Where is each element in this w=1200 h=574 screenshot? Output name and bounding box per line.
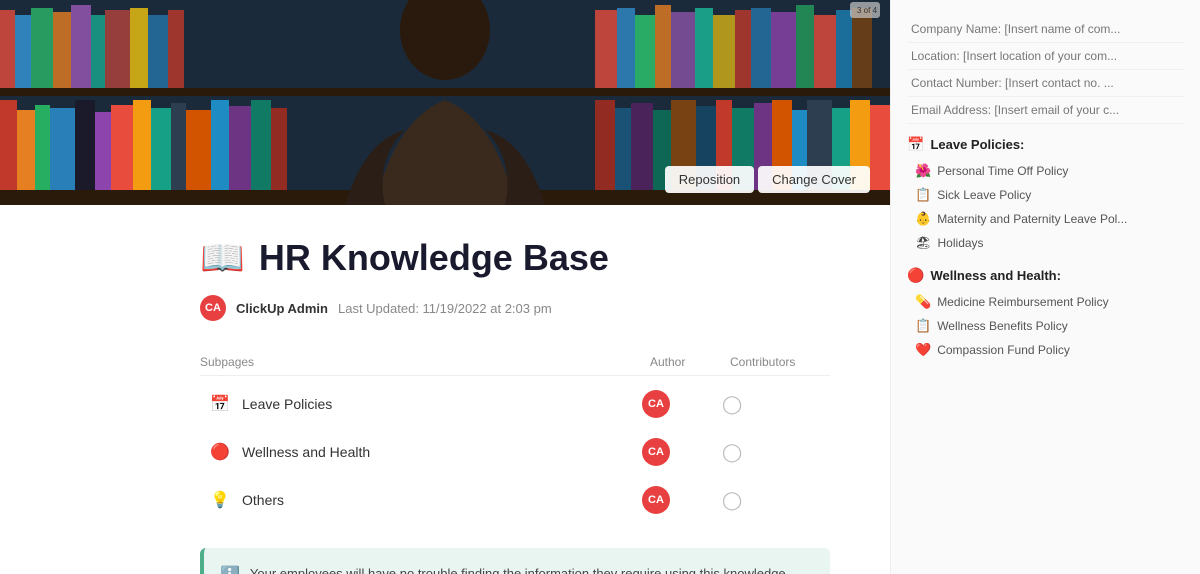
cover-image: 3 of 4 Reposition Change Cover xyxy=(0,0,890,205)
row-name-leave: 📅 Leave Policies xyxy=(208,392,642,416)
row-contributors-others: ◯ xyxy=(722,490,822,511)
author-avatar-others: CA xyxy=(642,486,670,514)
contact-field: Contact Number: [Insert contact no. ... xyxy=(907,70,1184,97)
wellness-section-label: Wellness and Health: xyxy=(930,268,1061,283)
row-label-leave: Leave Policies xyxy=(242,396,332,412)
row-contributors-leave: ◯ xyxy=(722,394,822,415)
row-name-others: 💡 Others xyxy=(208,488,642,512)
wellness-section-header: 🔴 Wellness and Health: xyxy=(907,267,1184,284)
holidays-label: Holidays xyxy=(938,236,984,250)
company-name-field: Company Name: [Insert name of com... xyxy=(907,16,1184,43)
leave-section-label: Leave Policies: xyxy=(930,137,1024,152)
holidays-icon: 🏖 xyxy=(915,235,932,251)
sidebar-item-maternity[interactable]: 👶 Maternity and Paternity Leave Pol... xyxy=(907,207,1184,231)
page-body: 📖 HR Knowledge Base CA ClickUp Admin Las… xyxy=(0,205,890,574)
sidebar-item-sick[interactable]: 📋 Sick Leave Policy xyxy=(907,183,1184,207)
page-emoji: 📖 xyxy=(200,237,245,279)
table-row[interactable]: 📅 Leave Policies CA ◯ xyxy=(200,380,830,428)
row-author-others: CA xyxy=(642,486,722,514)
row-contributors-wellness: ◯ xyxy=(722,442,822,463)
leave-section-header: 📅 Leave Policies: xyxy=(907,136,1184,153)
maternity-icon: 👶 xyxy=(915,211,931,227)
table-row[interactable]: 💡 Others CA ◯ xyxy=(200,476,830,524)
table-header: Subpages Author Contributors xyxy=(200,349,830,376)
maternity-label: Maternity and Paternity Leave Pol... xyxy=(937,212,1127,226)
row-label-others: Others xyxy=(242,492,284,508)
contributor-icon-wellness: ◯ xyxy=(722,442,742,463)
col-contributors: Contributors xyxy=(730,355,830,369)
sidebar-item-pto[interactable]: 🌺 Personal Time Off Policy xyxy=(907,159,1184,183)
author-avatar-wellness: CA xyxy=(642,438,670,466)
row-icon-others: 💡 xyxy=(208,488,232,512)
col-author: Author xyxy=(650,355,730,369)
main-content: 3 of 4 Reposition Change Cover 📖 HR Know… xyxy=(0,0,890,574)
author-avatar-leave: CA xyxy=(642,390,670,418)
info-box: ℹ️ Your employees will have no trouble f… xyxy=(200,548,830,574)
svg-text:3 of 4: 3 of 4 xyxy=(857,6,878,15)
reposition-button[interactable]: Reposition xyxy=(665,166,754,193)
row-icon-wellness: 🔴 xyxy=(208,440,232,464)
contributor-icon-leave: ◯ xyxy=(722,394,742,415)
sick-icon: 📋 xyxy=(915,187,931,203)
sidebar-item-medicine[interactable]: 💊 Medicine Reimbursement Policy xyxy=(907,290,1184,314)
updated-text: Last Updated: 11/19/2022 at 2:03 pm xyxy=(338,301,552,316)
wellness-benefits-icon: 📋 xyxy=(915,318,931,334)
info-text: Your employees will have no trouble find… xyxy=(250,564,814,574)
row-author-wellness: CA xyxy=(642,438,722,466)
row-name-wellness: 🔴 Wellness and Health xyxy=(208,440,642,464)
wellness-benefits-label: Wellness Benefits Policy xyxy=(937,319,1068,333)
sidebar-item-compassion[interactable]: ❤️ Compassion Fund Policy xyxy=(907,338,1184,362)
compassion-icon: ❤️ xyxy=(915,342,931,358)
author-avatar: CA xyxy=(200,295,226,321)
right-sidebar: Company Name: [Insert name of com... Loc… xyxy=(890,0,1200,574)
sidebar-item-wellness-benefits[interactable]: 📋 Wellness Benefits Policy xyxy=(907,314,1184,338)
location-field: Location: [Insert location of your com..… xyxy=(907,43,1184,70)
sick-label: Sick Leave Policy xyxy=(937,188,1031,202)
medicine-label: Medicine Reimbursement Policy xyxy=(937,295,1108,309)
wellness-section-icon: 🔴 xyxy=(907,267,924,284)
row-author-leave: CA xyxy=(642,390,722,418)
author-name: ClickUp Admin xyxy=(236,301,328,316)
pto-label: Personal Time Off Policy xyxy=(937,164,1068,178)
table-row[interactable]: 🔴 Wellness and Health CA ◯ xyxy=(200,428,830,476)
col-subpages: Subpages xyxy=(200,355,650,369)
email-field: Email Address: [Insert email of your c..… xyxy=(907,97,1184,124)
compassion-label: Compassion Fund Policy xyxy=(937,343,1070,357)
sidebar-item-holidays[interactable]: 🏖 Holidays xyxy=(907,231,1184,255)
subpages-table: Subpages Author Contributors 📅 Leave Pol… xyxy=(200,349,830,524)
change-cover-button[interactable]: Change Cover xyxy=(758,166,870,193)
contributor-icon-others: ◯ xyxy=(722,490,742,511)
page-title-row: 📖 HR Knowledge Base xyxy=(200,237,830,279)
row-label-wellness: Wellness and Health xyxy=(242,444,370,460)
info-icon: ℹ️ xyxy=(220,565,240,574)
leave-section-icon: 📅 xyxy=(907,136,924,153)
meta-row: CA ClickUp Admin Last Updated: 11/19/202… xyxy=(200,295,830,321)
row-icon-leave: 📅 xyxy=(208,392,232,416)
cover-overlay: Reposition Change Cover xyxy=(665,166,870,193)
pto-icon: 🌺 xyxy=(915,163,931,179)
medicine-icon: 💊 xyxy=(915,294,931,310)
page-title: HR Knowledge Base xyxy=(259,237,609,279)
